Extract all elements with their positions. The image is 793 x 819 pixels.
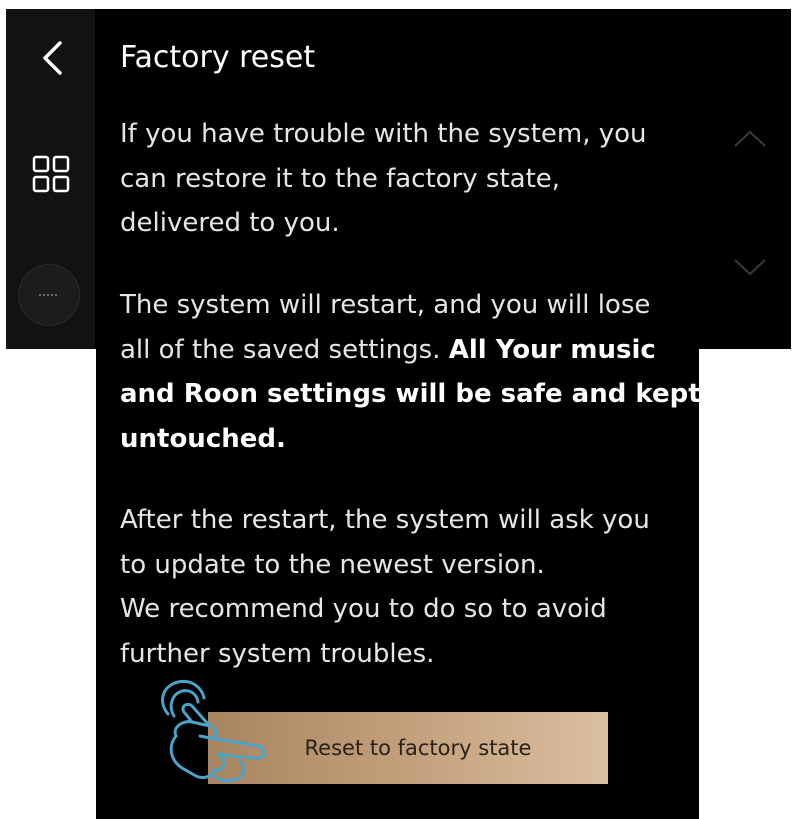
reset-button[interactable]: Reset to factory state — [208, 712, 608, 784]
reset-button-label: Reset to factory state — [304, 736, 532, 760]
paragraph-line: After the restart, the system will ask y… — [120, 505, 650, 535]
chevron-down-icon[interactable] — [733, 258, 767, 278]
paragraph-bold-text: and Roon settings will be safe and kept — [120, 379, 701, 410]
paragraph-line-mixed: all of the saved settings. All Your musi… — [120, 328, 701, 373]
paragraph-line: untouched. — [120, 417, 701, 462]
page-title: Factory reset — [120, 40, 316, 75]
chevron-left-icon[interactable] — [36, 40, 68, 76]
paragraph-line: and Roon settings will be safe and kept — [120, 372, 701, 417]
device-circle-icon[interactable] — [18, 264, 80, 326]
paragraph-bold-text: All Your music — [448, 334, 656, 365]
paragraph-line: can restore it to the factory state, — [120, 163, 561, 194]
paragraph-update: After the restart, the system will ask y… — [120, 498, 650, 676]
chevron-up-icon[interactable] — [733, 128, 767, 148]
paragraph-intro: If you have trouble with the system, you… — [120, 112, 647, 246]
paragraph-line: If you have trouble with the system, you — [120, 119, 647, 149]
paragraph-line: further system troubles. — [120, 638, 435, 669]
paragraph-text: all of the saved settings. — [120, 334, 449, 365]
paragraph-bold-text: untouched. — [120, 423, 286, 454]
grid-icon[interactable] — [32, 155, 70, 193]
paragraph-line: We recommend you to do so to avoid — [120, 594, 607, 625]
paragraph-line: The system will restart, and you will lo… — [120, 290, 651, 320]
dots-icon — [39, 294, 59, 296]
paragraph-line: to update to the newest version. — [120, 549, 545, 580]
paragraph-warning: The system will restart, and you will lo… — [120, 283, 701, 461]
paragraph-line: delivered to you. — [120, 208, 340, 239]
